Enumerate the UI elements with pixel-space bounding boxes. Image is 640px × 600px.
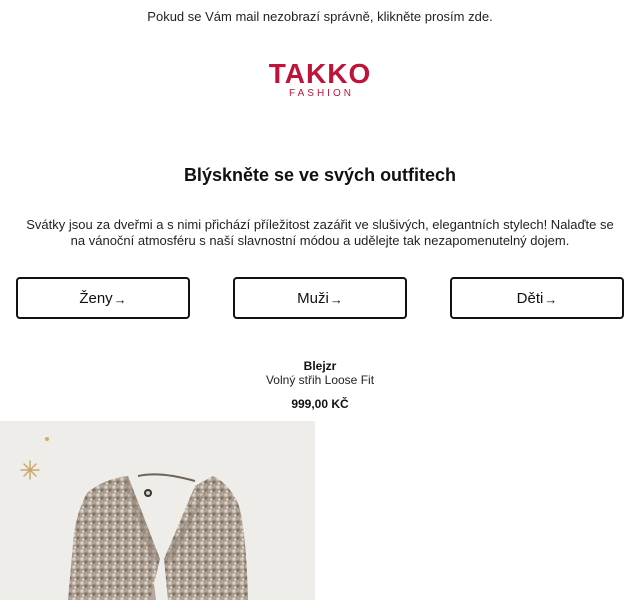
arrow-right-icon: → (329, 291, 343, 307)
sparkle-dot-icon (45, 437, 49, 441)
category-button-muzi[interactable]: Muži → (233, 277, 407, 319)
takko-logo[interactable]: TAKKO FASHION (0, 60, 640, 100)
product-description: Volný střih Loose Fit (265, 373, 375, 387)
category-button-label: Děti (516, 289, 544, 307)
logo-wordmark: TAKKO (268, 58, 372, 89)
preheader: Pokud se Vám mail nezobrazí správně, kli… (0, 9, 640, 24)
hero-headline: Blýskněte se ve svých outfitech (183, 165, 457, 185)
sparkle-icon (20, 460, 40, 480)
arrow-right-icon: → (544, 291, 558, 307)
logo-subtitle: FASHION (289, 88, 354, 99)
sequin-blazer-image[interactable] (0, 421, 315, 600)
arrow-right-icon: → (113, 291, 127, 307)
category-button-zeny[interactable]: Ženy → (16, 277, 190, 319)
product-price: 999,00 KČ (291, 397, 349, 411)
hero-intro-text: Svátky jsou za dveřmi a s nimi přichází … (26, 217, 614, 248)
view-in-browser-link[interactable]: Pokud se Vám mail nezobrazí správně, kli… (147, 9, 492, 24)
category-button-label: Muži (297, 289, 329, 307)
product-name: Blejzr (303, 359, 337, 373)
category-button-label: Ženy (79, 289, 113, 307)
category-button-deti[interactable]: Děti → (450, 277, 624, 319)
